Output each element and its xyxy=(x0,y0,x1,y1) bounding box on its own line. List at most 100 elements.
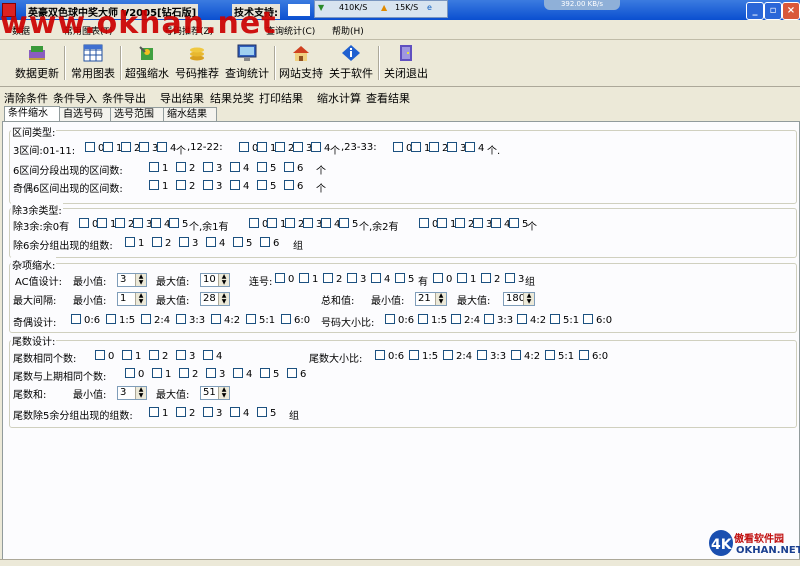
checkbox[interactable] xyxy=(550,314,560,324)
checkbox[interactable] xyxy=(437,218,447,228)
checkbox[interactable] xyxy=(311,142,321,152)
checkbox-option[interactable]: 0 xyxy=(239,142,258,154)
checkbox-option[interactable]: 1 xyxy=(103,142,122,154)
checkbox[interactable] xyxy=(411,142,421,152)
checkbox-option[interactable]: 0 xyxy=(275,273,294,285)
checkbox[interactable] xyxy=(447,142,457,152)
checkbox[interactable] xyxy=(257,142,267,152)
checkbox-option[interactable]: 1 xyxy=(97,218,116,230)
checkbox[interactable] xyxy=(115,218,125,228)
checkbox-option[interactable]: 2 xyxy=(179,368,198,380)
checkbox-option[interactable]: 4 xyxy=(206,237,225,249)
checkbox[interactable] xyxy=(230,407,240,417)
gap-min-stepper[interactable]: 1 ▲ ▼ xyxy=(117,292,147,306)
checkbox[interactable] xyxy=(85,142,95,152)
checkbox[interactable] xyxy=(179,368,189,378)
checkbox[interactable] xyxy=(275,142,285,152)
checkbox-option[interactable]: 3:3 xyxy=(477,350,506,362)
checkbox[interactable] xyxy=(203,350,213,360)
tab-shrink-results[interactable]: 缩水结果 xyxy=(163,107,217,121)
toolbar-about-button[interactable]: 关于软件 xyxy=(328,44,374,84)
checkbox-option[interactable]: 0:6 xyxy=(71,314,100,326)
checkbox-option[interactable]: 2 xyxy=(115,218,134,230)
checkbox-option[interactable]: 1 xyxy=(257,142,276,154)
checkbox[interactable] xyxy=(121,142,131,152)
checkbox-option[interactable]: 1:5 xyxy=(106,314,135,326)
checkbox-option[interactable]: 5:1 xyxy=(246,314,275,326)
checkbox-option[interactable]: 1 xyxy=(125,237,144,249)
checkbox-option[interactable]: 2:4 xyxy=(443,350,472,362)
checkbox-option[interactable]: 2 xyxy=(285,218,304,230)
checkbox-option[interactable]: 2 xyxy=(481,273,500,285)
checkbox-option[interactable]: 3 xyxy=(303,218,322,230)
checkbox-option[interactable]: 1 xyxy=(149,407,168,419)
checkbox[interactable] xyxy=(71,314,81,324)
toolbar-recommend-button[interactable]: 号码推荐 xyxy=(174,44,220,84)
stepper-arrows-icon[interactable]: ▲ ▼ xyxy=(135,293,146,305)
checkbox-option[interactable]: 0:6 xyxy=(375,350,404,362)
menu-query[interactable]: 查询统计(C) xyxy=(266,24,315,37)
checkbox-option[interactable]: 2 xyxy=(176,162,195,174)
checkbox[interactable] xyxy=(347,273,357,283)
checkbox[interactable] xyxy=(176,180,186,190)
checkbox-option[interactable]: 0 xyxy=(85,142,104,154)
checkbox-option[interactable]: 0:6 xyxy=(385,314,414,326)
stepper-arrows-icon[interactable]: ▲ ▼ xyxy=(135,274,146,286)
checkbox[interactable] xyxy=(95,350,105,360)
checkbox-option[interactable]: 3 xyxy=(139,142,158,154)
checkbox-option[interactable]: 2:4 xyxy=(451,314,480,326)
checkbox[interactable] xyxy=(176,314,186,324)
check-prize-button[interactable]: 结果兑奖 xyxy=(210,90,254,106)
checkbox[interactable] xyxy=(267,218,277,228)
import-conditions-button[interactable]: 条件导入 xyxy=(53,90,97,106)
checkbox[interactable] xyxy=(419,218,429,228)
checkbox[interactable] xyxy=(371,273,381,283)
checkbox-option[interactable]: 5 xyxy=(233,237,252,249)
checkbox[interactable] xyxy=(481,273,491,283)
checkbox-option[interactable]: 1 xyxy=(122,350,141,362)
checkbox[interactable] xyxy=(303,218,313,228)
checkbox-option[interactable]: 4 xyxy=(491,218,510,230)
checkbox[interactable] xyxy=(203,162,213,172)
checkbox[interactable] xyxy=(511,350,521,360)
checkbox[interactable] xyxy=(239,142,249,152)
checkbox[interactable] xyxy=(149,407,159,417)
checkbox[interactable] xyxy=(246,314,256,324)
checkbox[interactable] xyxy=(457,273,467,283)
stepper-arrows-icon[interactable]: ▲ ▼ xyxy=(218,293,229,305)
checkbox-option[interactable]: 2 xyxy=(149,350,168,362)
checkbox-option[interactable]: 0 xyxy=(393,142,412,154)
checkbox[interactable] xyxy=(203,407,213,417)
checkbox[interactable] xyxy=(275,273,285,283)
toolbar-query-button[interactable]: 查询统计 xyxy=(224,44,270,84)
view-results-button[interactable]: 查看结果 xyxy=(366,90,410,106)
checkbox-option[interactable]: 3 xyxy=(176,350,195,362)
checkbox-option[interactable]: 4 xyxy=(233,368,252,380)
checkbox[interactable] xyxy=(176,350,186,360)
checkbox[interactable] xyxy=(579,350,589,360)
checkbox[interactable] xyxy=(139,142,149,152)
checkbox[interactable] xyxy=(179,237,189,247)
checkbox-option[interactable]: 5 xyxy=(257,407,276,419)
checkbox-option[interactable]: 6:0 xyxy=(281,314,310,326)
checkbox-option[interactable]: 5 xyxy=(395,273,414,285)
checkbox[interactable] xyxy=(122,350,132,360)
checkbox-option[interactable]: 2 xyxy=(121,142,140,154)
checkbox-option[interactable]: 1:5 xyxy=(418,314,447,326)
checkbox[interactable] xyxy=(375,350,385,360)
checkbox[interactable] xyxy=(103,142,113,152)
checkbox[interactable] xyxy=(149,350,159,360)
checkbox[interactable] xyxy=(125,237,135,247)
checkbox-option[interactable]: 4 xyxy=(321,218,340,230)
checkbox[interactable] xyxy=(260,368,270,378)
menu-recommend[interactable]: 号码推荐(Z) xyxy=(164,24,213,37)
ac-max-stepper[interactable]: 10 ▲ ▼ xyxy=(200,273,230,287)
checkbox-option[interactable]: 4 xyxy=(203,350,222,362)
checkbox[interactable] xyxy=(451,314,461,324)
checkbox[interactable] xyxy=(152,237,162,247)
checkbox[interactable] xyxy=(517,314,527,324)
checkbox-option[interactable]: 4 xyxy=(230,162,249,174)
checkbox-option[interactable]: 3 xyxy=(293,142,312,154)
checkbox[interactable] xyxy=(545,350,555,360)
checkbox[interactable] xyxy=(149,162,159,172)
